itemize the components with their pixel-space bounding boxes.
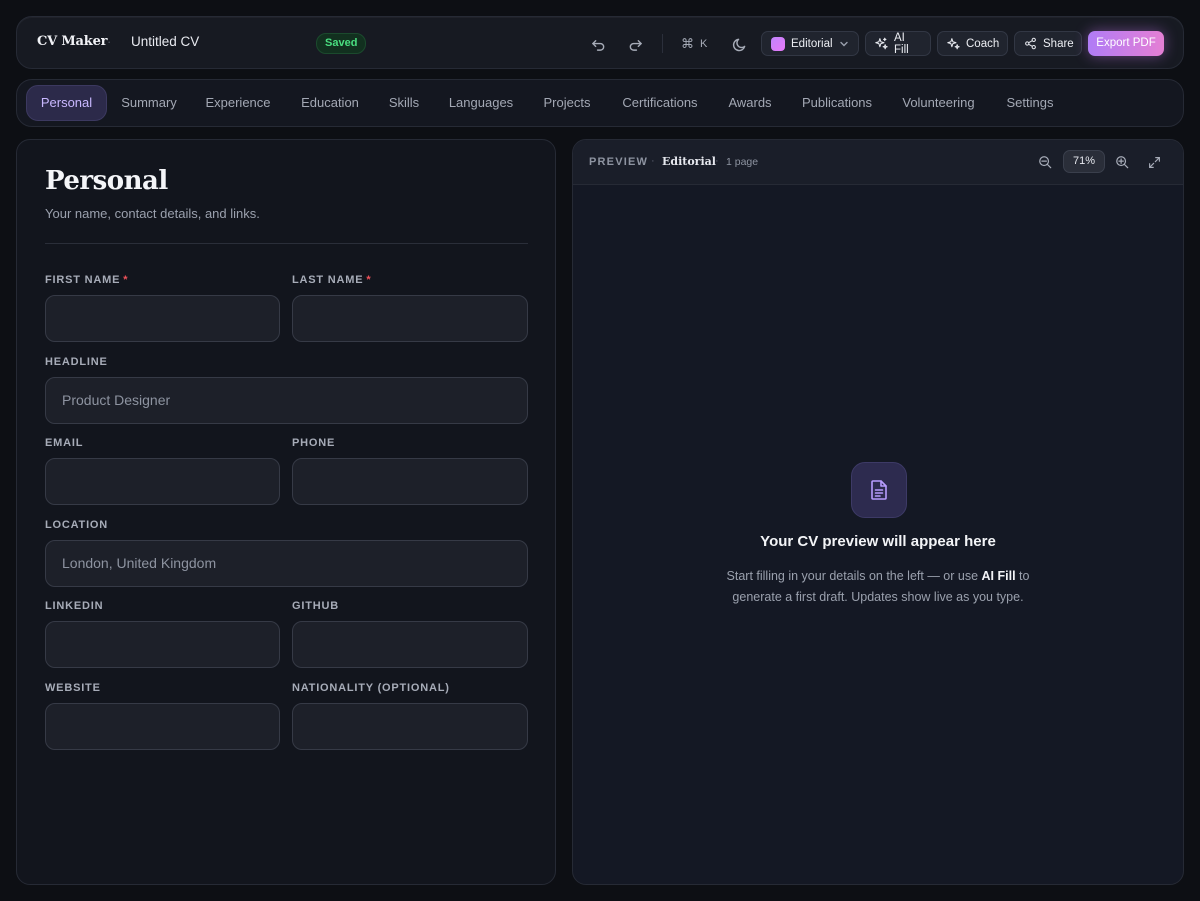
moon-icon xyxy=(732,37,747,52)
command-palette-button[interactable]: ⌘ K xyxy=(681,31,707,57)
preview-page-count: 1 page xyxy=(726,156,759,168)
command-icon: ⌘ xyxy=(681,36,694,51)
github-input[interactable] xyxy=(292,621,528,668)
nationality-input[interactable] xyxy=(292,703,528,750)
last-name-input[interactable] xyxy=(292,295,528,342)
preview-header: PREVIEW · Editorial · 1 page 71% xyxy=(573,140,1183,185)
form-subtitle: Your name, contact details, and links. xyxy=(45,206,260,221)
required-mark: * xyxy=(123,274,129,286)
tab-languages[interactable]: Languages xyxy=(440,85,522,121)
document-title[interactable]: Untitled CV xyxy=(131,34,199,49)
phone-input[interactable] xyxy=(292,458,528,505)
empty-desc-part-3: generate a first draft. Updates show liv… xyxy=(732,590,1024,604)
expand-icon xyxy=(1148,156,1161,169)
headline-label: HEADLINE xyxy=(45,356,108,368)
template-select-label: Editorial xyxy=(791,37,833,50)
personal-form-panel: Personal Your name, contact details, and… xyxy=(16,139,556,885)
tab-awards[interactable]: Awards xyxy=(721,85,779,121)
empty-desc-ai-fill: AI Fill xyxy=(981,569,1016,583)
share-icon xyxy=(1024,37,1037,50)
location-input[interactable]: London, United Kingdom xyxy=(45,540,528,587)
ai-fill-label: AI Fill xyxy=(894,31,909,56)
location-label: LOCATION xyxy=(45,519,109,531)
tab-skills[interactable]: Skills xyxy=(381,85,427,121)
required-mark: * xyxy=(366,274,372,286)
fullscreen-button[interactable] xyxy=(1144,152,1164,172)
export-pdf-button[interactable]: Export PDF xyxy=(1088,31,1164,56)
tab-certifications[interactable]: Certifications xyxy=(612,85,708,121)
preview-panel: PREVIEW · Editorial · 1 page 71% Your CV… xyxy=(572,139,1184,885)
redo-button[interactable] xyxy=(622,31,648,57)
website-input[interactable] xyxy=(45,703,280,750)
command-shortcut-key: K xyxy=(700,38,708,50)
email-input[interactable] xyxy=(45,458,280,505)
tab-publications[interactable]: Publications xyxy=(793,85,881,121)
theme-toggle-button[interactable] xyxy=(726,31,752,57)
section-tabs: Personal Summary Experience Education Sk… xyxy=(16,79,1184,127)
empty-state-description: Start filling in your details on the lef… xyxy=(573,566,1183,608)
zoom-out-button[interactable] xyxy=(1035,152,1055,172)
tab-education[interactable]: Education xyxy=(292,85,368,121)
undo-button[interactable] xyxy=(585,31,611,57)
last-name-label-text: LAST NAME xyxy=(292,274,364,286)
share-label: Share xyxy=(1043,37,1074,50)
saved-status-badge: Saved xyxy=(316,33,367,54)
first-name-label-text: FIRST NAME xyxy=(45,274,121,286)
preview-template-name: Editorial xyxy=(662,155,716,168)
top-bar: CV Maker · Untitled CV Saved ⌘ K Editori… xyxy=(16,16,1184,69)
website-label: WEBSITE xyxy=(45,682,101,694)
share-button[interactable]: Share xyxy=(1014,31,1082,56)
redo-icon xyxy=(628,37,643,52)
last-name-label: LAST NAME * xyxy=(292,274,371,286)
document-icon xyxy=(867,478,891,502)
tab-settings[interactable]: Settings xyxy=(997,85,1063,121)
tab-summary[interactable]: Summary xyxy=(113,85,185,121)
zoom-level[interactable]: 71% xyxy=(1063,150,1105,173)
headline-input[interactable]: Product Designer xyxy=(45,377,528,424)
undo-icon xyxy=(591,37,606,52)
empty-desc-part-1: Start filling in your details on the lef… xyxy=(726,569,979,583)
preview-separator: · xyxy=(715,155,719,167)
tab-personal[interactable]: Personal xyxy=(26,85,107,121)
coach-label: Coach xyxy=(966,37,1000,50)
sparkles-icon xyxy=(947,37,960,50)
zoom-in-icon xyxy=(1115,155,1129,169)
linkedin-label: LINKEDIN xyxy=(45,600,104,612)
toolbar-divider xyxy=(662,34,663,53)
coach-button[interactable]: Coach xyxy=(937,31,1008,56)
phone-label: PHONE xyxy=(292,437,336,449)
tab-projects[interactable]: Projects xyxy=(535,85,599,121)
email-label: EMAIL xyxy=(45,437,84,449)
empty-state-icon-tile xyxy=(851,462,907,518)
preview-separator: · xyxy=(651,155,655,167)
tab-experience[interactable]: Experience xyxy=(197,85,279,121)
zoom-out-icon xyxy=(1038,155,1052,169)
ai-fill-button[interactable]: AI Fill xyxy=(865,31,931,56)
title-separator: · xyxy=(107,34,112,49)
first-name-label: FIRST NAME * xyxy=(45,274,128,286)
github-label: GITHUB xyxy=(292,600,339,612)
chevron-down-icon xyxy=(839,39,849,49)
tab-volunteering[interactable]: Volunteering xyxy=(894,85,983,121)
form-divider xyxy=(45,243,528,244)
sparkles-icon xyxy=(875,37,888,50)
preview-label: PREVIEW xyxy=(589,156,649,168)
form-title: Personal xyxy=(45,166,168,196)
empty-desc-part-2: to xyxy=(1019,569,1030,583)
template-select[interactable]: Editorial xyxy=(761,31,859,56)
empty-state-title: Your CV preview will appear here xyxy=(760,533,996,550)
first-name-input[interactable] xyxy=(45,295,280,342)
nationality-label: NATIONALITY (OPTIONAL) xyxy=(292,682,450,694)
template-color-swatch xyxy=(771,36,785,51)
zoom-in-button[interactable] xyxy=(1112,152,1132,172)
app-brand: CV Maker xyxy=(37,34,108,49)
linkedin-input[interactable] xyxy=(45,621,280,668)
